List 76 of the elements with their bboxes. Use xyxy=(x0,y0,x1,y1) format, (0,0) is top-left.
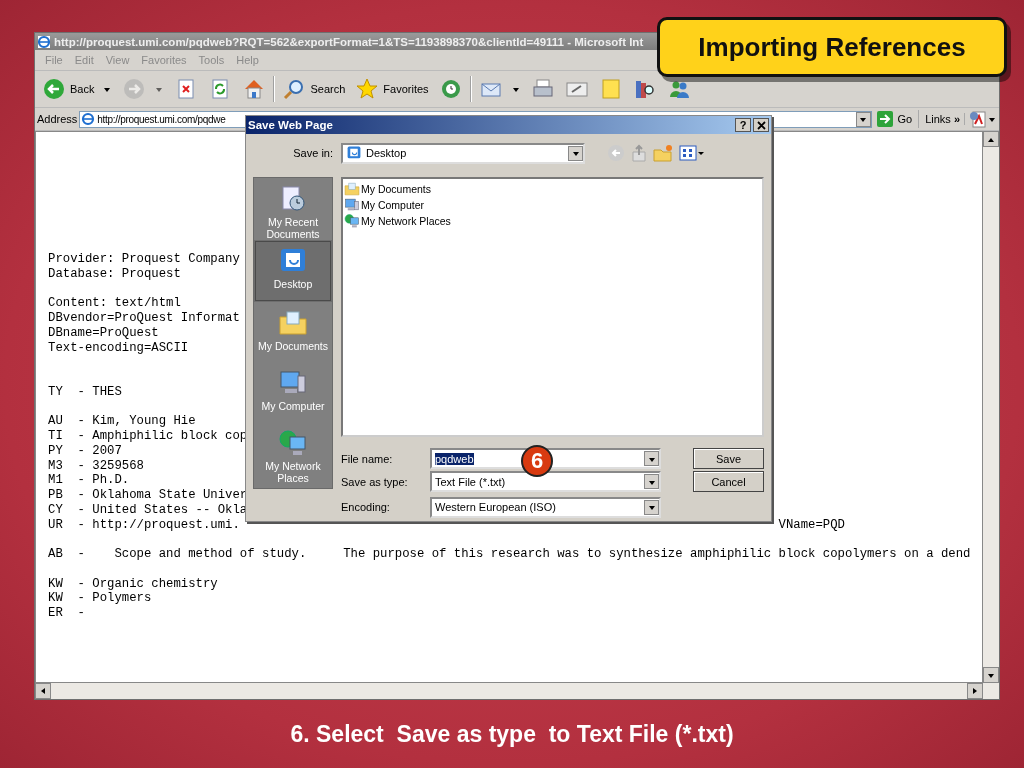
up-folder-icon xyxy=(631,144,647,162)
go-button[interactable]: Go xyxy=(873,110,920,128)
star-icon xyxy=(355,77,380,101)
favorites-button[interactable]: Favorites xyxy=(352,75,432,103)
place-item[interactable]: My Recent Documents xyxy=(254,178,332,240)
text-line: Content: text/html xyxy=(48,296,181,311)
folder-icon xyxy=(344,181,360,197)
place-item[interactable]: My Documents xyxy=(254,302,332,362)
network-computer-icon xyxy=(278,428,308,458)
text-line: Provider: Proquest Company xyxy=(48,252,240,266)
view-menu-icon xyxy=(679,144,705,162)
folder-item[interactable]: My Computer xyxy=(344,197,424,213)
text-line: AB - Scope and method of study. The purpose of this research was to synthesize amphiphilic block copolymers on a dend xyxy=(48,547,971,561)
back-icon xyxy=(42,77,66,101)
scroll-bar[interactable] xyxy=(35,683,999,699)
text-line: KW - Organic chemistry xyxy=(48,576,218,591)
field-label: Encoding: xyxy=(341,501,391,513)
help-button[interactable]: ? xyxy=(735,118,751,132)
text-line: DBname=ProQuest xyxy=(48,325,159,340)
desktop-icon xyxy=(346,145,362,161)
cancel-button[interactable]: Cancel xyxy=(693,471,764,492)
dropdown-field[interactable]: Text File (*.txt) xyxy=(430,471,661,492)
close-button[interactable] xyxy=(753,118,769,132)
text-line: Database: Proquest xyxy=(48,266,181,281)
field-label: Save as type: xyxy=(341,475,409,488)
dialog-title: Save Web Page xyxy=(248,119,333,131)
text-line: TY - THES xyxy=(48,384,122,399)
place-item[interactable]: My Network Places xyxy=(254,422,332,488)
field-label: Save in: xyxy=(292,147,333,159)
text-line: VName=PQD xyxy=(778,517,845,533)
scroll-left-button[interactable] xyxy=(35,683,51,699)
scroll-down-button[interactable] xyxy=(983,667,999,683)
save-button[interactable]: Save xyxy=(693,448,764,469)
text-line: PB - Oklahoma State Univer xyxy=(48,488,248,502)
forward-icon xyxy=(122,77,147,101)
network-computer-icon xyxy=(344,213,360,229)
place-item[interactable]: Desktop xyxy=(254,240,332,302)
field-label: File name: xyxy=(341,452,394,465)
text-line: KW - Polymers xyxy=(48,591,152,606)
text-line: PY - 2007 xyxy=(48,443,122,458)
dropdown-button[interactable] xyxy=(568,145,583,161)
dropdown-button[interactable] xyxy=(644,499,659,515)
text-line: DBvendor=ProQuest Informat xyxy=(48,311,240,325)
text-line: Text-encoding=ASCII xyxy=(48,340,189,355)
close-icon xyxy=(756,120,766,130)
scroll-right-button[interactable] xyxy=(967,683,983,699)
slide-caption: 6. Select Save as type to Text File (*.txt) xyxy=(290,720,734,748)
links-button[interactable]: Links » xyxy=(921,113,965,125)
dropdown-button[interactable] xyxy=(644,451,659,466)
folder-item[interactable]: My Documents xyxy=(344,181,432,197)
folder-item[interactable]: My Network Places xyxy=(344,213,451,229)
text-line: M1 - Ph.D. xyxy=(48,473,130,488)
scroll-up-button[interactable] xyxy=(983,131,999,147)
text-line: UR - http://proquest.umi. xyxy=(48,517,240,532)
dropdown-button[interactable] xyxy=(855,111,871,127)
folder-icon xyxy=(278,308,308,338)
computer-icon xyxy=(344,197,360,213)
text-line: M3 - 3259568 xyxy=(48,458,144,473)
search-button[interactable]: Search xyxy=(279,75,349,103)
new-folder-icon xyxy=(653,144,673,162)
save-in-dropdown[interactable]: Desktop xyxy=(341,142,585,164)
pdf-icon xyxy=(969,110,987,128)
text-line: AU - Kim, Young Hie xyxy=(48,414,196,429)
window-title: http://proquest.umi.com/pqdweb?RQT=562&exportFormat=1&TS=1193898370&clientId=49111 - Microsoft Int xyxy=(54,35,644,48)
place-item[interactable]: My Computer xyxy=(254,362,332,422)
dropdown-field[interactable]: Western European (ISO) xyxy=(430,496,661,518)
address-label: Address xyxy=(37,113,78,125)
back-button[interactable]: Back xyxy=(39,75,116,103)
back-icon xyxy=(607,144,625,162)
slide-title: Importing References xyxy=(657,17,1007,77)
text-line: ER - xyxy=(48,606,85,620)
browser-icon xyxy=(81,112,96,126)
view-menu-button[interactable] xyxy=(679,144,705,162)
dropdown-button[interactable] xyxy=(644,474,659,489)
browser-icon xyxy=(37,34,51,49)
scroll-bar[interactable] xyxy=(983,131,999,683)
